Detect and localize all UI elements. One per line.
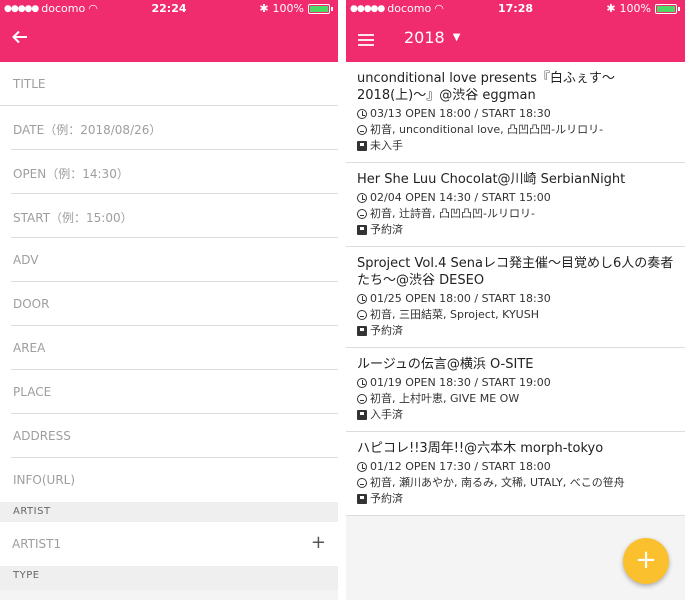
address-field[interactable]: ADDRESS	[11, 414, 338, 458]
open-field[interactable]: OPEN（例：14:30）	[11, 150, 338, 194]
battery-icon	[308, 3, 330, 14]
event-item[interactable]: Her She Luu Chocolat@川崎 SerbianNight 02/…	[346, 163, 685, 247]
event-edit-screen: ●●●●● docomo ◠ 22:24 ✱ 100% TITLE DATE（例：20…	[0, 0, 338, 600]
screen-divider	[338, 0, 346, 600]
event-list: unconditional love presents『白ふぇす〜2018(上)…	[346, 62, 685, 516]
type-section-header: TYPE	[0, 566, 338, 590]
clock-icon	[357, 109, 367, 119]
add-artist-icon[interactable]: +	[311, 532, 326, 553]
event-artists: 初音, 三田結菜, Sproject, KYUSH	[370, 308, 539, 321]
event-item[interactable]: Sproject Vol.4 Senaレコ発主催〜目覚めし6人の奏者たち〜@渋谷…	[346, 247, 685, 348]
event-artists: 初音, unconditional love, 凸凹凸凹-ルリロリ-	[370, 123, 604, 136]
event-title: Her She Luu Chocolat@川崎 SerbianNight	[357, 172, 626, 187]
artist-row: ARTIST1 +	[0, 522, 338, 566]
adv-field[interactable]: ADV	[11, 238, 338, 282]
clock-icon	[357, 294, 367, 304]
clock-icon	[357, 193, 367, 203]
event-time: 01/12 OPEN 17:30 / START 18:00	[370, 460, 551, 473]
bluetooth-icon: ✱	[259, 2, 269, 15]
year-label: 2018	[404, 28, 445, 47]
app-bar: ●●●●● docomo ◠ 22:24 ✱ 100%	[0, 0, 338, 62]
status-bar: ●●●●● docomo ◠ 22:24 ✱ 100%	[0, 0, 338, 17]
artist-section-header: ARTIST	[0, 502, 338, 522]
status-bar: ●●●●● docomo ◠ 17:28 ✱ 100%	[346, 0, 685, 17]
artist-icon	[357, 209, 367, 219]
clock-icon	[357, 378, 367, 388]
info-url-field[interactable]: INFO(URL)	[11, 458, 338, 502]
ticket-icon	[357, 141, 367, 151]
start-field[interactable]: START（例：15:00）	[11, 194, 338, 238]
event-time: 01/25 OPEN 18:00 / START 18:30	[370, 292, 551, 305]
event-form: TITLE DATE（例：2018/08/26） OPEN（例：14:30） S…	[0, 62, 338, 502]
event-time: 03/13 OPEN 18:00 / START 18:30	[370, 107, 551, 120]
ticket-status: 予約済	[370, 492, 403, 505]
event-time: 01/19 OPEN 18:30 / START 19:00	[370, 376, 551, 389]
artist-icon	[357, 478, 367, 488]
battery-icon	[655, 3, 677, 14]
battery-label: 100%	[272, 2, 304, 15]
ticket-icon	[357, 326, 367, 336]
event-artists: 初音, 上村叶恵, GIVE ME OW	[370, 392, 520, 405]
ticket-status: 未入手	[370, 139, 403, 152]
ticket-status: 予約済	[370, 324, 403, 337]
event-artists: 初音, 瀬川あやか, 南るみ, 文稀, UTALY, べこの笹舟	[370, 476, 625, 489]
menu-icon[interactable]	[358, 31, 374, 46]
area-field[interactable]: AREA	[11, 326, 338, 370]
title-field[interactable]: TITLE	[0, 62, 338, 106]
ticket-icon	[357, 410, 367, 420]
ticket-icon	[357, 225, 367, 235]
clock-icon	[357, 462, 367, 472]
ticket-status: 入手済	[370, 408, 403, 421]
artist-icon	[357, 125, 367, 135]
bluetooth-icon: ✱	[606, 2, 616, 15]
year-dropdown[interactable]: 2018 ▼	[404, 28, 460, 47]
artist-icon	[357, 310, 367, 320]
back-arrow-icon[interactable]	[11, 28, 29, 46]
event-title: Sproject Vol.4 Senaレコ発主催〜目覚めし6人の奏者たち〜@渋谷…	[357, 256, 674, 288]
app-bar: ●●●●● docomo ◠ 17:28 ✱ 100% 2018 ▼	[346, 0, 685, 62]
event-title: ハピコレ!!3周年!!@六本木 morph-tokyo	[357, 441, 604, 456]
event-title: ルージュの伝言@横浜 O-SITE	[357, 357, 534, 372]
date-field[interactable]: DATE（例：2018/08/26）	[11, 106, 338, 150]
artist-icon	[357, 394, 367, 404]
event-item[interactable]: ルージュの伝言@横浜 O-SITE 01/19 OPEN 18:30 / STA…	[346, 348, 685, 432]
event-item[interactable]: unconditional love presents『白ふぇす〜2018(上)…	[346, 62, 685, 163]
place-field[interactable]: PLACE	[11, 370, 338, 414]
ticket-icon	[357, 494, 367, 504]
door-field[interactable]: DOOR	[11, 282, 338, 326]
event-item[interactable]: ハピコレ!!3周年!!@六本木 morph-tokyo 01/12 OPEN 1…	[346, 432, 685, 516]
event-time: 02/04 OPEN 14:30 / START 15:00	[370, 191, 551, 204]
ticket-status: 予約済	[370, 223, 403, 236]
event-title: unconditional love presents『白ふぇす〜2018(上)…	[357, 71, 615, 103]
event-list-screen: ●●●●● docomo ◠ 17:28 ✱ 100% 2018 ▼ uncondit…	[346, 0, 685, 600]
dropdown-caret-icon: ▼	[452, 32, 461, 43]
add-event-button[interactable]: +	[623, 538, 669, 584]
battery-label: 100%	[619, 2, 651, 15]
artist1-field[interactable]: ARTIST1	[12, 537, 61, 551]
event-artists: 初音, 辻詩音, 凸凹凸凹-ルリロリ-	[370, 207, 535, 220]
